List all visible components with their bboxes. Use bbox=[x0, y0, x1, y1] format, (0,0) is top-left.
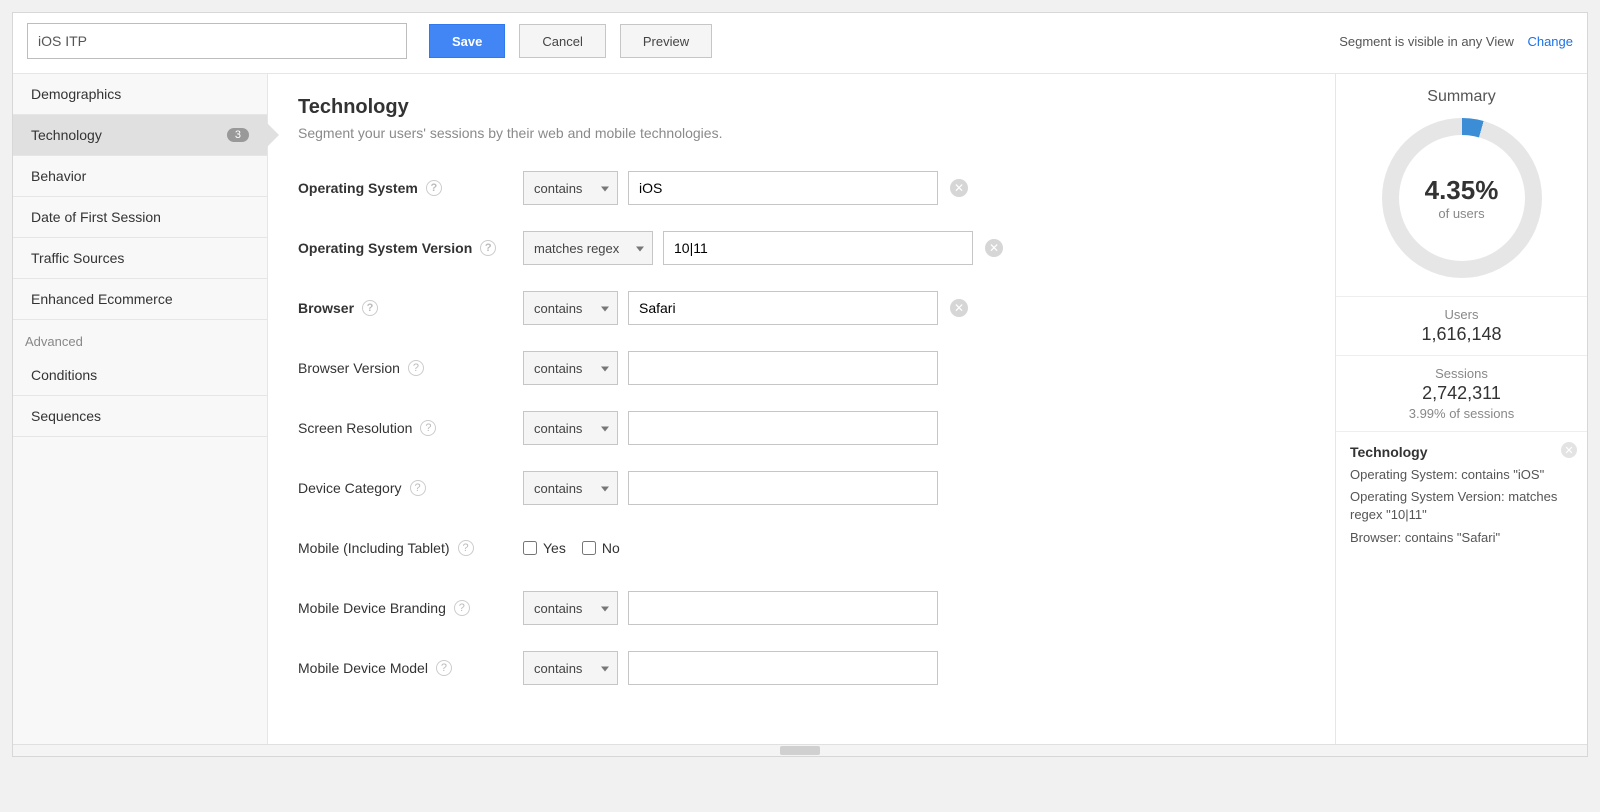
sidebar-item-conditions[interactable]: Conditions bbox=[13, 355, 267, 396]
row-label: Screen Resolution? bbox=[298, 420, 523, 436]
help-icon[interactable]: ? bbox=[362, 300, 378, 316]
operator-select[interactable]: contains bbox=[523, 651, 618, 685]
main-content: Technology Segment your users' sessions … bbox=[268, 74, 1335, 744]
checkbox-yes[interactable]: Yes bbox=[523, 540, 566, 556]
cancel-button[interactable]: Cancel bbox=[519, 24, 605, 58]
value-input[interactable] bbox=[628, 411, 938, 445]
summary-percent-label: of users bbox=[1425, 206, 1499, 221]
summary-title: Summary bbox=[1336, 88, 1587, 106]
main-title: Technology bbox=[298, 96, 1305, 119]
value-input[interactable] bbox=[628, 171, 938, 205]
row-label: Operating System? bbox=[298, 180, 523, 196]
clear-icon[interactable]: ✕ bbox=[950, 179, 968, 197]
sidebar-item-demographics[interactable]: Demographics bbox=[13, 74, 267, 115]
row-browser-version: Browser Version? contains bbox=[298, 351, 1305, 385]
operator-select[interactable]: contains bbox=[523, 171, 618, 205]
chevron-down-icon bbox=[601, 607, 609, 612]
stat-sessions: Sessions 2,742,311 3.99% of sessions bbox=[1336, 355, 1587, 431]
help-icon[interactable]: ? bbox=[436, 660, 452, 676]
sidebar: Demographics Technology 3 Behavior Date … bbox=[13, 74, 268, 744]
main-subtitle: Segment your users' sessions by their we… bbox=[298, 125, 1305, 141]
sidebar-item-traffic-sources[interactable]: Traffic Sources bbox=[13, 238, 267, 279]
scrollbar-thumb[interactable] bbox=[780, 746, 820, 755]
row-label: Operating System Version? bbox=[298, 240, 523, 256]
value-input[interactable] bbox=[628, 651, 938, 685]
chevron-down-icon bbox=[601, 187, 609, 192]
sidebar-item-date-first-session[interactable]: Date of First Session bbox=[13, 197, 267, 238]
operator-select[interactable]: contains bbox=[523, 411, 618, 445]
body-wrap: Demographics Technology 3 Behavior Date … bbox=[13, 74, 1587, 744]
save-button[interactable]: Save bbox=[429, 24, 505, 58]
row-label: Mobile Device Model? bbox=[298, 660, 523, 676]
operator-select[interactable]: contains bbox=[523, 591, 618, 625]
row-mobile-device-model: Mobile Device Model? contains bbox=[298, 651, 1305, 685]
clear-icon[interactable]: ✕ bbox=[950, 299, 968, 317]
sidebar-item-behavior[interactable]: Behavior bbox=[13, 156, 267, 197]
help-icon[interactable]: ? bbox=[426, 180, 442, 196]
filter-summary: ✕ Technology Operating System: contains … bbox=[1336, 431, 1587, 563]
operator-select[interactable]: matches regex bbox=[523, 231, 653, 265]
summary-percent: 4.35% bbox=[1425, 175, 1499, 206]
chevron-down-icon bbox=[601, 367, 609, 372]
chevron-down-icon bbox=[601, 667, 609, 672]
row-operating-system: Operating System? contains ✕ bbox=[298, 171, 1305, 205]
value-input[interactable] bbox=[628, 291, 938, 325]
sidebar-advanced-header: Advanced bbox=[13, 320, 267, 355]
checkbox-input[interactable] bbox=[582, 541, 596, 555]
sidebar-item-technology[interactable]: Technology 3 bbox=[13, 115, 267, 156]
sidebar-badge: 3 bbox=[227, 128, 249, 142]
sidebar-item-enhanced-ecommerce[interactable]: Enhanced Ecommerce bbox=[13, 279, 267, 320]
chevron-down-icon bbox=[601, 307, 609, 312]
operator-select[interactable]: contains bbox=[523, 291, 618, 325]
stat-users: Users 1,616,148 bbox=[1336, 296, 1587, 355]
preview-button[interactable]: Preview bbox=[620, 24, 712, 58]
help-icon[interactable]: ? bbox=[408, 360, 424, 376]
checkbox-no[interactable]: No bbox=[582, 540, 620, 556]
checkbox-input[interactable] bbox=[523, 541, 537, 555]
value-input[interactable] bbox=[628, 591, 938, 625]
row-label: Browser? bbox=[298, 300, 523, 316]
row-label: Mobile Device Branding? bbox=[298, 600, 523, 616]
row-mobile-including-tablet: Mobile (Including Tablet)? Yes No bbox=[298, 531, 1305, 565]
row-label: Device Category? bbox=[298, 480, 523, 496]
row-label: Mobile (Including Tablet)? bbox=[298, 540, 523, 556]
value-input[interactable] bbox=[628, 471, 938, 505]
segment-builder-panel: Save Cancel Preview Segment is visible i… bbox=[12, 12, 1588, 757]
visibility-text: Segment is visible in any View Change bbox=[1339, 34, 1573, 49]
clear-icon[interactable]: ✕ bbox=[985, 239, 1003, 257]
row-os-version: Operating System Version? matches regex … bbox=[298, 231, 1305, 265]
donut-chart: 4.35% of users bbox=[1336, 118, 1587, 278]
sidebar-item-sequences[interactable]: Sequences bbox=[13, 396, 267, 437]
chevron-down-icon bbox=[601, 487, 609, 492]
help-icon[interactable]: ? bbox=[420, 420, 436, 436]
help-icon[interactable]: ? bbox=[454, 600, 470, 616]
segment-name-input[interactable] bbox=[27, 23, 407, 59]
row-screen-resolution: Screen Resolution? contains bbox=[298, 411, 1305, 445]
operator-select[interactable]: contains bbox=[523, 471, 618, 505]
summary-panel: Summary 4.35% of users Users 1,616,148 S… bbox=[1335, 74, 1587, 744]
operator-select[interactable]: contains bbox=[523, 351, 618, 385]
close-icon[interactable]: ✕ bbox=[1561, 442, 1577, 458]
chevron-down-icon bbox=[636, 247, 644, 252]
row-label: Browser Version? bbox=[298, 360, 523, 376]
change-visibility-link[interactable]: Change bbox=[1527, 34, 1573, 49]
top-bar: Save Cancel Preview Segment is visible i… bbox=[13, 13, 1587, 74]
horizontal-scrollbar[interactable] bbox=[13, 744, 1587, 756]
help-icon[interactable]: ? bbox=[458, 540, 474, 556]
value-input[interactable] bbox=[628, 351, 938, 385]
help-icon[interactable]: ? bbox=[480, 240, 496, 256]
row-device-category: Device Category? contains bbox=[298, 471, 1305, 505]
help-icon[interactable]: ? bbox=[410, 480, 426, 496]
value-input[interactable] bbox=[663, 231, 973, 265]
row-browser: Browser? contains ✕ bbox=[298, 291, 1305, 325]
row-mobile-device-branding: Mobile Device Branding? contains bbox=[298, 591, 1305, 625]
chevron-down-icon bbox=[601, 427, 609, 432]
